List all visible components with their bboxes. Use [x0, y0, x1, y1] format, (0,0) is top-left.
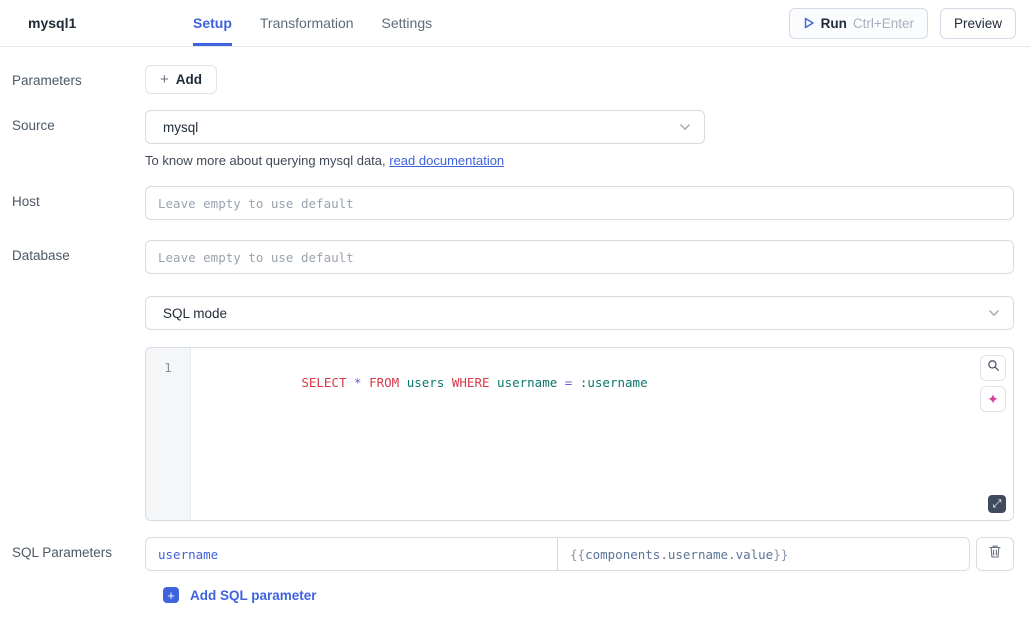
sparkle-icon: ✦ — [987, 392, 999, 406]
database-label: Database — [12, 240, 145, 265]
sql-parameter-row: {{components.username.value}} — [145, 537, 1014, 571]
source-help-prefix: To know more about querying mysql data, — [145, 153, 389, 168]
query-name: mysql1 — [28, 15, 193, 31]
tab-setup[interactable]: Setup — [193, 0, 232, 46]
query-tabs: Setup Transformation Settings — [193, 0, 432, 46]
parameters-label: Parameters — [12, 65, 145, 90]
delete-parameter-button[interactable] — [976, 537, 1014, 571]
run-shortcut: Ctrl+Enter — [853, 16, 914, 31]
plus-square-icon: + — [163, 587, 179, 603]
search-icon — [987, 359, 1000, 377]
line-number: 1 — [164, 360, 172, 375]
run-button[interactable]: Run Ctrl+Enter — [789, 8, 928, 39]
chevron-down-icon — [987, 306, 1001, 320]
source-label: Source — [12, 110, 145, 135]
query-editor-panel: mysql1 Setup Transformation Settings Run… — [0, 0, 1030, 621]
source-select[interactable]: mysql — [145, 110, 705, 144]
add-sql-parameter-button[interactable]: + Add SQL parameter — [12, 587, 1014, 603]
expand-icon: ⤢ — [993, 498, 1002, 511]
value-inner: components.username.value — [585, 547, 773, 562]
query-header: mysql1 Setup Transformation Settings Run… — [0, 0, 1030, 47]
read-documentation-link[interactable]: read documentation — [389, 153, 504, 168]
query-setup-form: Parameters + Add Source mysql To know mo… — [0, 47, 1030, 621]
play-icon — [803, 17, 815, 29]
search-button[interactable] — [980, 355, 1006, 381]
braces-open: {{ — [570, 547, 585, 562]
sql-parameter-value-text: {{components.username.value}} — [570, 547, 957, 562]
sql-parameters-label: SQL Parameters — [12, 537, 145, 562]
source-select-value: mysql — [163, 120, 198, 135]
tab-transformation[interactable]: Transformation — [260, 0, 354, 46]
braces-close: }} — [773, 547, 788, 562]
sql-parameter-key-input[interactable] — [145, 537, 558, 571]
source-help-text: To know more about querying mysql data, … — [145, 153, 1014, 168]
header-actions: Run Ctrl+Enter Preview — [789, 8, 1016, 39]
host-label: Host — [12, 186, 145, 211]
run-button-label: Run — [821, 16, 847, 31]
preview-button-label: Preview — [954, 16, 1002, 31]
plus-icon: + — [160, 71, 169, 88]
sql-parameter-value-input[interactable]: {{components.username.value}} — [558, 537, 970, 571]
sql-mode-value: SQL mode — [163, 306, 227, 321]
chevron-down-icon — [678, 120, 692, 134]
sql-code-editor[interactable]: 1 SELECT * FROM users WHERE username = :… — [145, 347, 1014, 521]
tab-settings[interactable]: Settings — [382, 0, 433, 46]
add-sql-parameter-label: Add SQL parameter — [190, 588, 317, 603]
add-parameter-label: Add — [176, 72, 202, 87]
sql-mode-select[interactable]: SQL mode — [145, 296, 1014, 330]
code-line-tokens: SELECT * FROM users WHERE username = :us… — [301, 375, 647, 390]
trash-icon — [988, 544, 1002, 564]
host-input[interactable] — [145, 186, 1014, 220]
database-input[interactable] — [145, 240, 1014, 274]
code-area[interactable]: SELECT * FROM users WHERE username = :us… — [191, 348, 1013, 520]
editor-gutter: 1 — [146, 348, 191, 520]
preview-button[interactable]: Preview — [940, 8, 1016, 39]
editor-tools: ✦ — [980, 355, 1006, 412]
ai-assist-button[interactable]: ✦ — [980, 386, 1006, 412]
add-parameter-button[interactable]: + Add — [145, 65, 217, 94]
expand-editor-button[interactable]: ⤢ — [988, 495, 1006, 513]
